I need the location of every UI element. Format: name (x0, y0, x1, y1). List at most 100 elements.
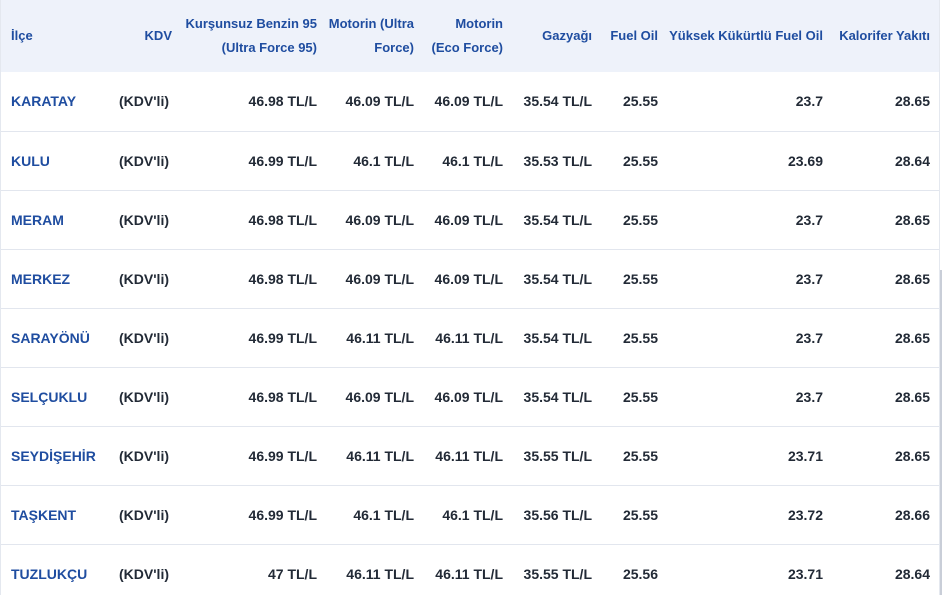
table-row: SEYDİŞEHİR (KDV'li) 46.99 TL/L 46.11 TL/… (1, 426, 939, 485)
table-row: KULU (KDV'li) 46.99 TL/L 46.1 TL/L 46.1 … (1, 131, 939, 190)
gazyagi-price: 35.54 TL/L (523, 388, 592, 405)
kalorifer-price: 28.65 (894, 93, 930, 110)
yuksek-kukurtlu-price: 23.72 (787, 506, 823, 523)
motorin-eco-price: 46.09 TL/L (434, 211, 503, 228)
kalorifer-price: 28.65 (894, 329, 930, 346)
yuksek-kukurtlu-price: 23.7 (795, 388, 823, 405)
motorin-ultra-price: 46.09 TL/L (345, 211, 414, 228)
kalorifer-price: 28.64 (894, 565, 930, 582)
header-kursunsuz-benzin[interactable]: Kurşunsuz Benzin 95 (Ultra Force 95) (182, 0, 327, 72)
kdv-cell: (KDV'li) (119, 152, 169, 169)
yuksek-kukurtlu-price: 23.69 (787, 152, 823, 169)
gazyagi-price: 35.54 TL/L (523, 211, 592, 228)
district-link[interactable]: TAŞKENT (1, 485, 111, 544)
district-link[interactable]: KARATAY (1, 72, 111, 131)
table-header: İlçe KDV Kurşunsuz Benzin 95 (Ultra Forc… (1, 0, 939, 72)
yuksek-kukurtlu-price: 23.7 (795, 329, 823, 346)
motorin-ultra-price: 46.1 TL/L (353, 506, 414, 523)
district-link[interactable]: SELÇUKLU (1, 367, 111, 426)
motorin-eco-price: 46.11 TL/L (435, 565, 503, 582)
motorin-eco-price: 46.11 TL/L (435, 447, 503, 464)
motorin-eco-price: 46.09 TL/L (434, 93, 503, 110)
table-row: MERKEZ (KDV'li) 46.98 TL/L 46.09 TL/L 46… (1, 249, 939, 308)
fuel-oil-price: 25.55 (622, 329, 658, 346)
fuel-price-table: İlçe KDV Kurşunsuz Benzin 95 (Ultra Forc… (1, 0, 939, 595)
gazyagi-price: 35.55 TL/L (523, 565, 592, 582)
kdv-cell: (KDV'li) (119, 329, 169, 346)
yuksek-kukurtlu-price: 23.71 (787, 565, 823, 582)
benzin-price: 46.98 TL/L (248, 388, 317, 405)
gazyagi-price: 35.54 TL/L (523, 93, 592, 110)
header-ilce[interactable]: İlçe (1, 0, 111, 72)
kdv-cell: (KDV'li) (119, 506, 169, 523)
benzin-price: 46.99 TL/L (248, 506, 317, 523)
district-link[interactable]: SARAYÖNÜ (1, 308, 111, 367)
motorin-eco-price: 46.09 TL/L (434, 270, 503, 287)
header-gazyagi[interactable]: Gazyağı (513, 0, 602, 72)
kdv-cell: (KDV'li) (119, 211, 169, 228)
district-link[interactable]: MERAM (1, 190, 111, 249)
header-kalorifer-yakiti[interactable]: Kalorifer Yakıtı (833, 0, 939, 72)
gazyagi-price: 35.54 TL/L (523, 329, 592, 346)
kalorifer-price: 28.65 (894, 270, 930, 287)
header-motorin-ultra-force[interactable]: Motorin (Ultra Force) (327, 0, 424, 72)
gazyagi-price: 35.53 TL/L (523, 152, 592, 169)
motorin-ultra-price: 46.1 TL/L (353, 152, 414, 169)
kalorifer-price: 28.65 (894, 211, 930, 228)
kdv-cell: (KDV'li) (119, 565, 169, 582)
yuksek-kukurtlu-price: 23.71 (787, 447, 823, 464)
kdv-cell: (KDV'li) (119, 388, 169, 405)
motorin-eco-price: 46.1 TL/L (442, 152, 503, 169)
motorin-ultra-price: 46.11 TL/L (346, 447, 414, 464)
fuel-oil-price: 25.55 (622, 93, 658, 110)
benzin-price: 46.99 TL/L (248, 152, 317, 169)
fuel-oil-price: 25.55 (622, 211, 658, 228)
kdv-cell: (KDV'li) (119, 270, 169, 287)
kdv-cell: (KDV'li) (119, 447, 169, 464)
table-row: KARATAY (KDV'li) 46.98 TL/L 46.09 TL/L 4… (1, 72, 939, 131)
district-link[interactable]: TUZLUKÇU (1, 544, 111, 595)
yuksek-kukurtlu-price: 23.7 (795, 211, 823, 228)
motorin-ultra-price: 46.09 TL/L (345, 93, 414, 110)
header-row: İlçe KDV Kurşunsuz Benzin 95 (Ultra Forc… (1, 0, 939, 72)
benzin-price: 46.98 TL/L (248, 93, 317, 110)
kalorifer-price: 28.65 (894, 388, 930, 405)
benzin-price: 46.99 TL/L (248, 447, 317, 464)
benzin-price: 46.98 TL/L (248, 211, 317, 228)
motorin-eco-price: 46.1 TL/L (442, 506, 503, 523)
district-link[interactable]: SEYDİŞEHİR (1, 426, 111, 485)
district-link[interactable]: KULU (1, 131, 111, 190)
motorin-ultra-price: 46.09 TL/L (345, 270, 414, 287)
fuel-price-table-container: İlçe KDV Kurşunsuz Benzin 95 (Ultra Forc… (0, 0, 940, 595)
kalorifer-price: 28.65 (894, 447, 930, 464)
table-row: MERAM (KDV'li) 46.98 TL/L 46.09 TL/L 46.… (1, 190, 939, 249)
header-motorin-eco-force[interactable]: Motorin (Eco Force) (424, 0, 513, 72)
fuel-oil-price: 25.55 (622, 447, 658, 464)
motorin-eco-price: 46.09 TL/L (434, 388, 503, 405)
fuel-oil-price: 25.55 (622, 506, 658, 523)
district-link[interactable]: MERKEZ (1, 249, 111, 308)
benzin-price: 46.98 TL/L (248, 270, 317, 287)
fuel-oil-price: 25.56 (622, 565, 658, 582)
motorin-ultra-price: 46.11 TL/L (346, 329, 414, 346)
table-row: SELÇUKLU (KDV'li) 46.98 TL/L 46.09 TL/L … (1, 367, 939, 426)
gazyagi-price: 35.56 TL/L (523, 506, 592, 523)
kalorifer-price: 28.66 (894, 506, 930, 523)
yuksek-kukurtlu-price: 23.7 (795, 270, 823, 287)
kalorifer-price: 28.64 (894, 152, 930, 169)
header-kdv[interactable]: KDV (111, 0, 182, 72)
fuel-oil-price: 25.55 (622, 270, 658, 287)
table-row: TAŞKENT (KDV'li) 46.99 TL/L 46.1 TL/L 46… (1, 485, 939, 544)
gazyagi-price: 35.54 TL/L (523, 270, 592, 287)
table-body: KARATAY (KDV'li) 46.98 TL/L 46.09 TL/L 4… (1, 72, 939, 595)
benzin-price: 47 TL/L (267, 565, 317, 582)
motorin-ultra-price: 46.09 TL/L (345, 388, 414, 405)
fuel-oil-price: 25.55 (622, 152, 658, 169)
gazyagi-price: 35.55 TL/L (523, 447, 592, 464)
yuksek-kukurtlu-price: 23.7 (795, 93, 823, 110)
header-fuel-oil[interactable]: Fuel Oil (602, 0, 668, 72)
fuel-oil-price: 25.55 (622, 388, 658, 405)
kdv-cell: (KDV'li) (119, 93, 169, 110)
header-yuksek-kukurtlu-fuel-oil[interactable]: Yüksek Kükürtlü Fuel Oil (668, 0, 833, 72)
motorin-eco-price: 46.11 TL/L (435, 329, 503, 346)
